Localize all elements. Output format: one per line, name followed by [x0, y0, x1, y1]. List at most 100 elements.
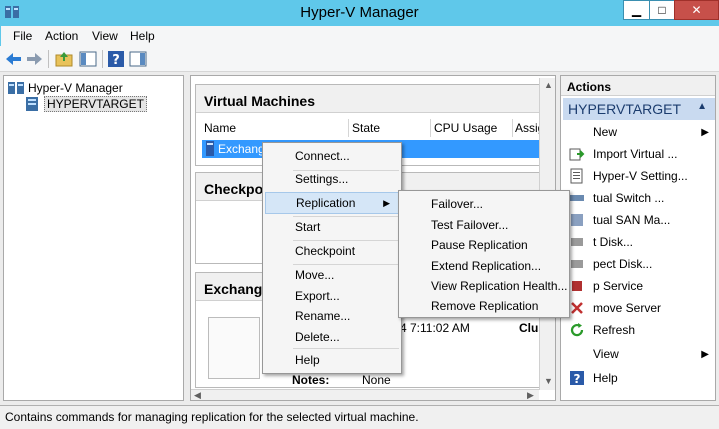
action-edit-disk[interactable]: t Disk...	[563, 231, 715, 253]
menu-item-rename[interactable]: Rename...	[265, 305, 399, 327]
menu-item-connect[interactable]: Connect...	[265, 145, 399, 167]
action-label: tual Switch ...	[593, 191, 665, 205]
toolbar-separator	[48, 50, 49, 68]
minimize-button[interactable]: ▁	[623, 0, 650, 20]
back-arrow-icon[interactable]	[4, 49, 24, 69]
action-new[interactable]: New ▶	[563, 121, 715, 143]
column-divider	[430, 119, 431, 137]
notes-label: Notes:	[292, 373, 330, 387]
up-folder-icon[interactable]	[54, 49, 74, 69]
action-label: Hyper-V Setting...	[593, 169, 688, 183]
menu-item-remove-replication[interactable]: Remove Replication	[401, 295, 567, 317]
menu-item-delete[interactable]: Delete...	[265, 326, 399, 348]
maximize-button[interactable]: □	[649, 0, 675, 20]
menu-action[interactable]: Action	[45, 29, 78, 43]
show-hide-tree-icon[interactable]	[78, 49, 98, 69]
close-button[interactable]: ✕	[674, 0, 719, 20]
action-label: tual SAN Ma...	[593, 213, 671, 227]
menu-item-checkpoint[interactable]: Checkpoint	[265, 240, 399, 262]
action-virtual-switch[interactable]: tual Switch ...	[563, 187, 715, 209]
menu-item-move[interactable]: Move...	[265, 264, 399, 286]
actions-pane: Actions HYPERVTARGET ▲ New ▶ Import Virt…	[560, 75, 716, 401]
actions-server-header[interactable]: HYPERVTARGET ▲	[563, 98, 715, 120]
menu-item-start[interactable]: Start	[265, 216, 399, 238]
action-stop-service[interactable]: p Service	[563, 275, 715, 297]
menu-bar: File Action View Help	[0, 26, 719, 46]
action-hyperv-settings[interactable]: Hyper-V Setting...	[563, 165, 715, 187]
menu-help[interactable]: Help	[130, 29, 155, 43]
column-cpu-usage[interactable]: CPU Usage	[434, 121, 497, 135]
action-view[interactable]: View ▶	[563, 343, 715, 365]
status-text: Contains commands for managing replicati…	[5, 410, 419, 424]
title-bar: Hyper-V Manager ▁ □ ✕	[0, 0, 719, 26]
show-hide-action-pane-icon[interactable]	[128, 49, 148, 69]
menu-item-export[interactable]: Export...	[265, 285, 399, 307]
menu-item-extend-replication[interactable]: Extend Replication...	[401, 255, 567, 277]
scroll-right-icon[interactable]: ▶	[527, 390, 534, 400]
scroll-up-icon[interactable]: ▲	[544, 80, 553, 90]
column-state[interactable]: State	[352, 121, 380, 135]
action-import-virtual[interactable]: Import Virtual ...	[563, 143, 715, 165]
submenu-arrow-icon: ▶	[701, 126, 709, 138]
navigation-tree: Hyper-V Manager HYPERVTARGET	[3, 75, 184, 401]
action-virtual-san[interactable]: tual SAN Ma...	[563, 209, 715, 231]
submenu-arrow-icon: ▶	[383, 197, 390, 208]
notes-value: None	[362, 373, 391, 387]
action-label: move Server	[593, 301, 662, 315]
action-refresh[interactable]: Refresh	[563, 319, 715, 341]
window-title: Hyper-V Manager	[300, 4, 419, 21]
action-label: p Service	[593, 279, 644, 293]
tree-item-root[interactable]: Hyper-V Manager	[8, 80, 123, 96]
action-label: Import Virtual ...	[593, 147, 678, 161]
forward-arrow-icon[interactable]	[24, 49, 44, 69]
horizontal-scrollbar[interactable]: ◀ ▶	[191, 389, 539, 400]
hyperv-manager-icon	[8, 82, 24, 94]
menu-item-failover[interactable]: Failover...	[401, 193, 567, 215]
actions-server-label: HYPERVTARGET	[568, 101, 682, 117]
details-created-time: 4 7:11:02 AM	[400, 321, 470, 335]
collapse-icon[interactable]: ▲	[697, 101, 707, 112]
column-name[interactable]: Name	[204, 121, 236, 135]
action-label: New	[593, 125, 618, 139]
settings-doc-icon	[570, 168, 583, 184]
tree-item-server[interactable]: HYPERVTARGET	[24, 96, 147, 112]
switch-icon	[570, 195, 584, 201]
action-label: View	[593, 347, 619, 361]
menu-item-label: Replication	[296, 196, 356, 210]
action-label: Refresh	[593, 323, 636, 337]
server-icon	[26, 97, 38, 111]
help-icon[interactable]: ?	[106, 49, 126, 69]
scroll-left-icon[interactable]: ◀	[194, 390, 201, 400]
scroll-down-icon[interactable]: ▼	[544, 376, 553, 386]
menu-view[interactable]: View	[92, 29, 118, 43]
action-inspect-disk[interactable]: pect Disk...	[563, 253, 715, 275]
vm-thumbnail	[208, 317, 260, 379]
import-icon	[569, 148, 585, 161]
menu-item-view-replication-health[interactable]: View Replication Health...	[401, 275, 568, 297]
vm-icon	[206, 141, 214, 156]
blank-icon	[569, 346, 585, 362]
disk-icon	[571, 238, 583, 246]
menu-item-help[interactable]: Help	[265, 349, 399, 371]
actions-header: Actions	[561, 76, 715, 96]
menu-item-replication[interactable]: Replication ▶	[265, 192, 399, 214]
menu-item-test-failover[interactable]: Test Failover...	[401, 214, 567, 236]
vm-context-menu: Connect... Settings... Replication ▶ Sta…	[262, 142, 402, 374]
menu-item-pause-replication[interactable]: Pause Replication	[401, 234, 567, 256]
refresh-icon	[570, 323, 584, 337]
tree-server-label: HYPERVTARGET	[44, 96, 147, 112]
column-divider	[348, 119, 349, 137]
toolbar: ?	[0, 46, 719, 72]
action-help[interactable]: ? Help	[563, 367, 715, 389]
action-label: t Disk...	[593, 235, 634, 249]
menu-item-settings[interactable]: Settings...	[265, 168, 399, 190]
stop-service-icon	[572, 281, 582, 291]
action-label: Help	[593, 371, 618, 385]
action-remove-server[interactable]: move Server	[563, 297, 715, 319]
column-divider	[512, 119, 513, 137]
submenu-arrow-icon: ▶	[701, 348, 709, 360]
virtual-machines-title: Virtual Machines	[196, 85, 548, 113]
menu-file[interactable]: File	[13, 29, 32, 43]
help-icon: ?	[570, 371, 584, 386]
remove-server-icon	[571, 302, 583, 314]
